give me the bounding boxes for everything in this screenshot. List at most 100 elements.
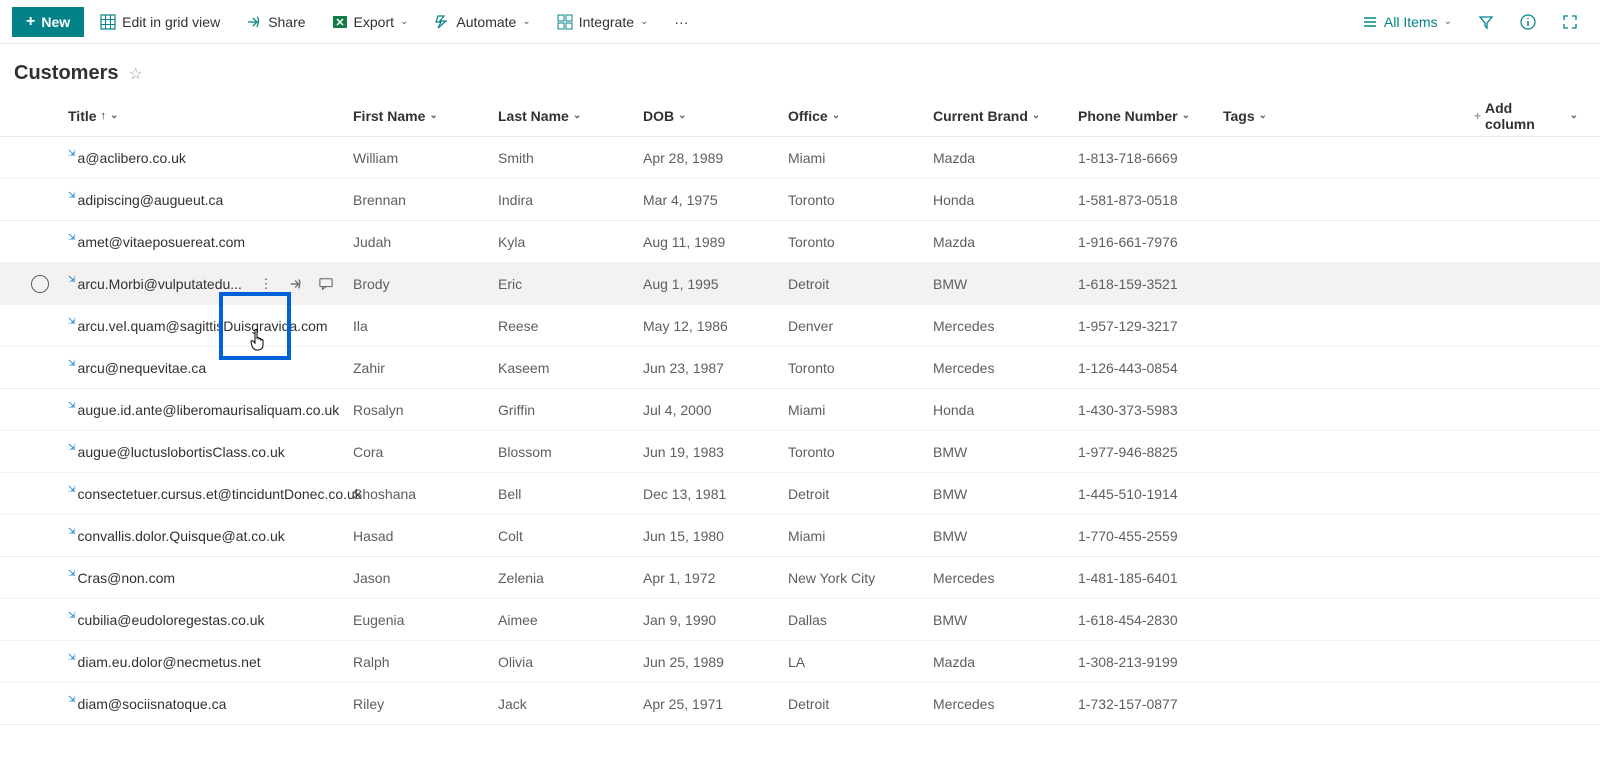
expand-button[interactable] — [1552, 8, 1588, 36]
col-header-label: DOB — [643, 108, 674, 124]
col-header-last-name[interactable]: Last Name⌄ — [490, 108, 635, 124]
table-row[interactable]: ⇲consectetuer.cursus.et@tinciduntDonec.c… — [0, 473, 1600, 515]
cell-title[interactable]: ⇲augue.id.ante@liberomaurisaliquam.co.uk — [60, 402, 345, 418]
info-button[interactable] — [1510, 8, 1546, 36]
cell-first-name: Jason — [345, 570, 490, 586]
cell-title[interactable]: ⇲arcu.vel.quam@sagittisDuisgravida.com — [60, 318, 345, 334]
filter-button[interactable] — [1468, 8, 1504, 36]
table-row[interactable]: ⇲cubilia@eudoloregestas.co.ukEugeniaAime… — [0, 599, 1600, 641]
table-row[interactable]: ⇲arcu@nequevitae.caZahirKaseemJun 23, 19… — [0, 347, 1600, 389]
integrate-button[interactable]: Integrate ⌄ — [547, 8, 659, 36]
cell-dob: Dec 13, 1981 — [635, 486, 780, 502]
cell-title[interactable]: ⇲consectetuer.cursus.et@tinciduntDonec.c… — [60, 486, 345, 502]
table-row[interactable]: ⇲a@aclibero.co.ukWilliamSmithApr 28, 198… — [0, 137, 1600, 179]
share-icon — [289, 277, 303, 291]
col-header-current-brand[interactable]: Current Brand⌄ — [925, 108, 1070, 124]
col-header-tags[interactable]: Tags ⌄ — [1215, 108, 1350, 124]
cell-title[interactable]: ⇲augue@luctuslobortisClass.co.uk — [60, 444, 345, 460]
more-button[interactable]: ··· — [664, 8, 698, 36]
export-button[interactable]: Export ⌄ — [322, 8, 419, 36]
row-share-button[interactable] — [282, 270, 310, 298]
table-row[interactable]: ⇲augue.id.ante@liberomaurisaliquam.co.uk… — [0, 389, 1600, 431]
table-row[interactable]: ⇲convallis.dolor.Quisque@at.co.ukHasadCo… — [0, 515, 1600, 557]
row-selector[interactable] — [20, 275, 60, 293]
cell-title[interactable]: ⇲arcu.Morbi@vulputatedu...⋮ — [60, 270, 345, 298]
edit-grid-view-button[interactable]: Edit in grid view — [90, 8, 230, 36]
cell-dob: Jun 25, 1989 — [635, 654, 780, 670]
chevron-down-icon: ⌄ — [1259, 110, 1267, 121]
chevron-down-icon: ⌄ — [640, 16, 648, 27]
integrate-icon — [557, 14, 573, 30]
col-header-add-column[interactable]: +Add column⌄ — [1466, 100, 1586, 132]
cell-brand: Mercedes — [925, 696, 1070, 712]
table-row[interactable]: ⇲Cras@non.comJasonZeleniaApr 1, 1972New … — [0, 557, 1600, 599]
cell-last-name: Jack — [490, 696, 635, 712]
row-more-button[interactable]: ⋮ — [252, 270, 280, 298]
cell-last-name: Griffin — [490, 402, 635, 418]
cell-title[interactable]: ⇲adipiscing@augueut.ca — [60, 192, 345, 208]
cell-brand: Mazda — [925, 654, 1070, 670]
favorite-star-icon[interactable]: ☆ — [128, 64, 142, 84]
cell-brand: Honda — [925, 402, 1070, 418]
link-indicator-icon: ⇲ — [68, 652, 76, 663]
cell-office: Toronto — [780, 444, 925, 460]
col-header-phone[interactable]: Phone Number⌄ — [1070, 108, 1215, 124]
cell-phone: 1-126-443-0854 — [1070, 360, 1215, 376]
table-row[interactable]: ⇲amet@vitaeposuereat.comJudahKylaAug 11,… — [0, 221, 1600, 263]
cell-first-name: Brody — [345, 276, 490, 292]
table-row[interactable]: ⇲diam@sociisnatoque.caRileyJackApr 25, 1… — [0, 683, 1600, 725]
cell-title[interactable]: ⇲Cras@non.com — [60, 570, 345, 586]
info-icon — [1520, 14, 1536, 30]
cell-office: Toronto — [780, 360, 925, 376]
cell-title[interactable]: ⇲amet@vitaeposuereat.com — [60, 234, 345, 250]
cell-first-name: Shoshana — [345, 486, 490, 502]
cell-first-name: Rosalyn — [345, 402, 490, 418]
new-button[interactable]: + New — [12, 7, 84, 37]
table-row[interactable]: ⇲augue@luctuslobortisClass.co.ukCoraBlos… — [0, 431, 1600, 473]
cell-first-name: Hasad — [345, 528, 490, 544]
title-text: convallis.dolor.Quisque@at.co.uk — [78, 528, 285, 544]
cell-phone: 1-445-510-1914 — [1070, 486, 1215, 502]
cell-office: Detroit — [780, 696, 925, 712]
link-indicator-icon: ⇲ — [68, 232, 76, 243]
cell-title[interactable]: ⇲diam@sociisnatoque.ca — [60, 696, 345, 712]
cell-phone: 1-308-213-9199 — [1070, 654, 1215, 670]
chevron-down-icon: ⌄ — [1182, 110, 1190, 121]
col-header-office[interactable]: Office⌄ — [780, 108, 925, 124]
col-header-label: Tags — [1223, 108, 1255, 124]
chevron-down-icon: ⌄ — [832, 110, 840, 121]
row-comment-button[interactable] — [312, 270, 340, 298]
link-indicator-icon: ⇲ — [68, 694, 76, 705]
table-row[interactable]: ⇲arcu.vel.quam@sagittisDuisgravida.comIl… — [0, 305, 1600, 347]
table-row[interactable]: ⇲diam.eu.dolor@necmetus.netRalphOliviaJu… — [0, 641, 1600, 683]
select-circle-icon[interactable] — [31, 275, 49, 293]
cell-last-name: Reese — [490, 318, 635, 334]
cell-title[interactable]: ⇲cubilia@eudoloregestas.co.uk — [60, 612, 345, 628]
col-header-dob[interactable]: DOB ⌄ — [635, 108, 780, 124]
title-text: Cras@non.com — [78, 570, 175, 586]
cell-first-name: Zahir — [345, 360, 490, 376]
cell-title[interactable]: ⇲diam.eu.dolor@necmetus.net — [60, 654, 345, 670]
cell-dob: Aug 11, 1989 — [635, 234, 780, 250]
cell-title[interactable]: ⇲convallis.dolor.Quisque@at.co.uk — [60, 528, 345, 544]
view-selector[interactable]: All Items ⌄ — [1352, 8, 1462, 36]
automate-label: Automate — [456, 14, 516, 30]
cell-last-name: Kaseem — [490, 360, 635, 376]
cell-last-name: Kyla — [490, 234, 635, 250]
automate-button[interactable]: Automate ⌄ — [424, 8, 540, 36]
col-header-title[interactable]: Title ↑ ⌄ — [60, 108, 345, 124]
title-text: augue@luctuslobortisClass.co.uk — [78, 444, 285, 460]
title-text: amet@vitaeposuereat.com — [78, 234, 246, 250]
link-indicator-icon: ⇲ — [68, 526, 76, 537]
cell-dob: Mar 4, 1975 — [635, 192, 780, 208]
table-row[interactable]: ⇲arcu.Morbi@vulputatedu...⋮BrodyEricAug … — [0, 263, 1600, 305]
cell-title[interactable]: ⇲arcu@nequevitae.ca — [60, 360, 345, 376]
share-button[interactable]: Share — [236, 8, 315, 36]
table-row[interactable]: ⇲adipiscing@augueut.caBrennanIndiraMar 4… — [0, 179, 1600, 221]
cell-dob: Apr 28, 1989 — [635, 150, 780, 166]
cell-title[interactable]: ⇲a@aclibero.co.uk — [60, 150, 345, 166]
excel-icon — [332, 14, 348, 30]
chevron-down-icon: ⌄ — [678, 110, 686, 121]
col-header-first-name[interactable]: First Name⌄ — [345, 108, 490, 124]
cell-phone: 1-770-455-2559 — [1070, 528, 1215, 544]
